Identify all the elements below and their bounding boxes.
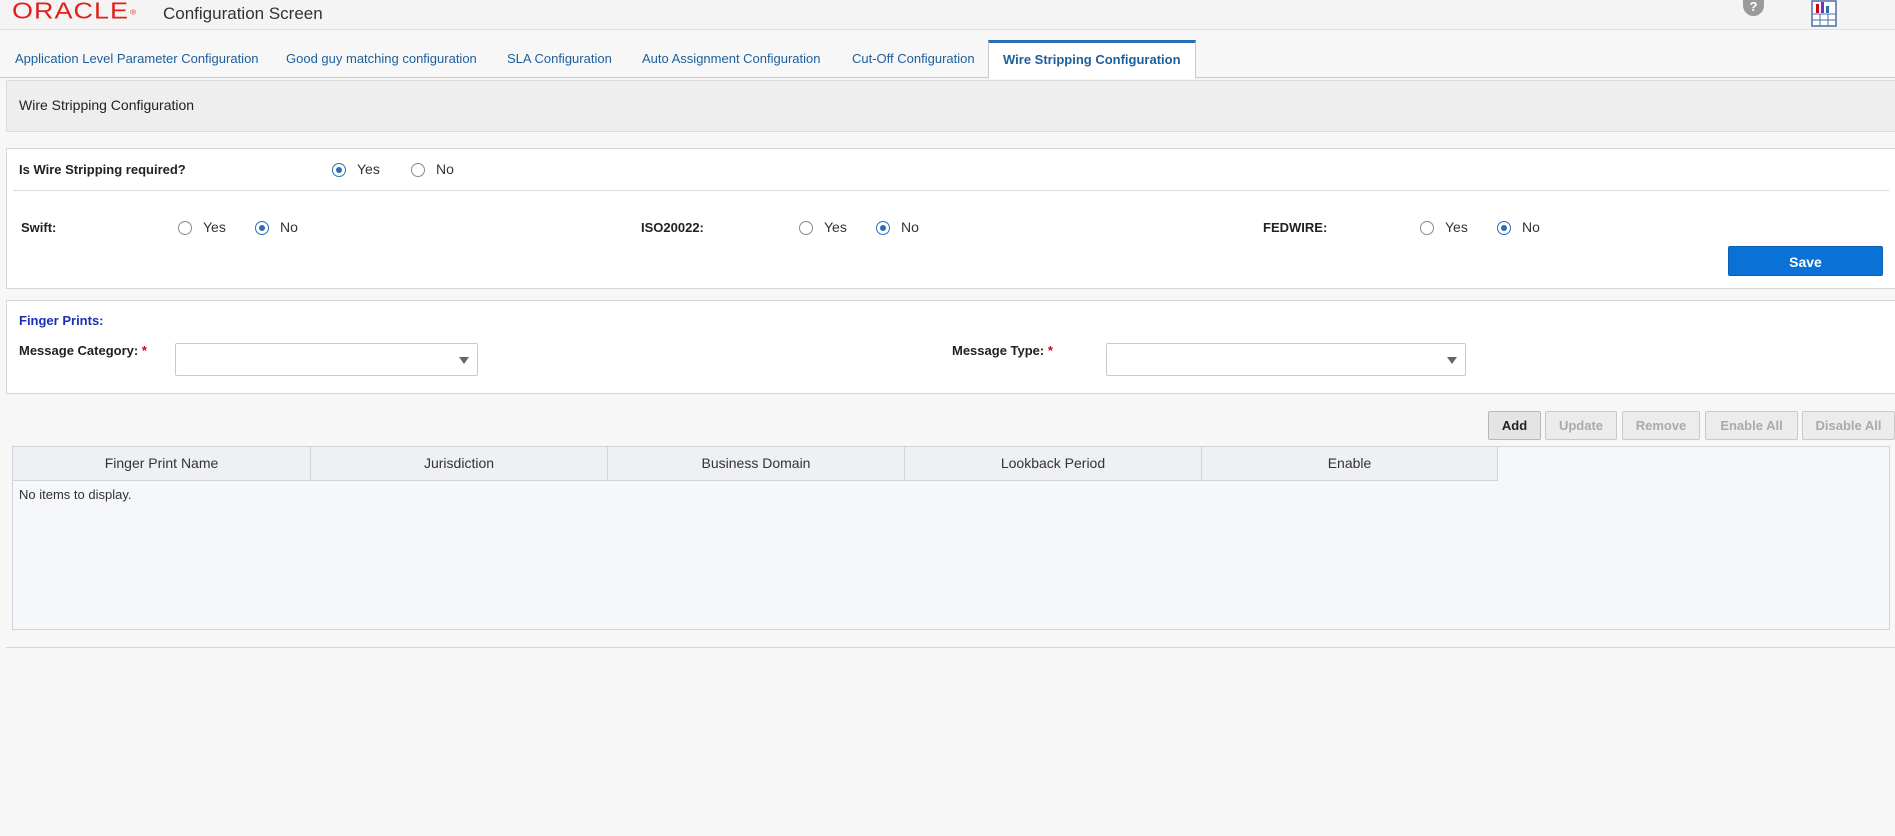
finger-prints-title: Finger Prints:	[19, 313, 104, 328]
remove-button[interactable]: Remove	[1622, 411, 1700, 440]
divider	[13, 190, 1889, 191]
swift-no-radio[interactable]	[255, 221, 269, 235]
wire-stripping-no-label: No	[436, 161, 454, 177]
wire-stripping-yes-label: Yes	[357, 161, 380, 177]
save-button[interactable]: Save	[1728, 246, 1883, 276]
update-button[interactable]: Update	[1545, 411, 1617, 440]
iso20022-label: ISO20022:	[641, 220, 704, 235]
iso20022-no-radio[interactable]	[876, 221, 890, 235]
column-header-lookback-period[interactable]: Lookback Period	[905, 447, 1202, 481]
message-type-select[interactable]	[1106, 343, 1466, 376]
report-icon[interactable]	[1810, 0, 1839, 27]
iso20022-yes-label: Yes	[824, 219, 847, 235]
fedwire-yes-label: Yes	[1445, 219, 1468, 235]
column-header-finger-print-name[interactable]: Finger Print Name	[13, 447, 311, 481]
add-button[interactable]: Add	[1488, 411, 1541, 440]
tab-wire-stripping-configuration[interactable]: Wire Stripping Configuration	[988, 40, 1196, 79]
swift-yes-radio[interactable]	[178, 221, 192, 235]
tab-bar: Application Level Parameter Configuratio…	[0, 40, 1895, 79]
message-category-label-text: Message Category:	[19, 343, 139, 358]
grid-header: Finger Print Name Jurisdiction Business …	[13, 447, 1498, 481]
wire-stripping-no-radio[interactable]	[411, 163, 425, 177]
section-header: Wire Stripping Configuration	[6, 80, 1895, 132]
tab-cut-off-configuration[interactable]: Cut-Off Configuration	[838, 40, 989, 78]
logo-text: ORACLE	[12, 0, 130, 24]
tab-sla-configuration[interactable]: SLA Configuration	[493, 40, 626, 78]
required-mark: *	[141, 343, 147, 358]
column-header-business-domain[interactable]: Business Domain	[608, 447, 905, 481]
message-type-label: Message Type: *	[952, 343, 1053, 358]
message-category-select[interactable]	[175, 343, 478, 376]
column-header-enable[interactable]: Enable	[1202, 447, 1498, 481]
wire-stripping-yes-radio[interactable]	[332, 163, 346, 177]
fedwire-yes-radio[interactable]	[1420, 221, 1434, 235]
enable-all-button[interactable]: Enable All	[1705, 411, 1798, 440]
section-title: Wire Stripping Configuration	[19, 97, 195, 113]
app-header: ORACLE ® Configuration Screen ?	[0, 0, 1895, 30]
chevron-down-icon	[1447, 357, 1457, 364]
iso20022-yes-radio[interactable]	[799, 221, 813, 235]
help-icon[interactable]: ?	[1743, 0, 1764, 16]
required-mark: *	[1047, 343, 1053, 358]
iso20022-no-label: No	[901, 219, 919, 235]
message-type-label-text: Message Type:	[952, 343, 1045, 358]
message-category-label: Message Category: *	[19, 343, 147, 358]
tab-application-level-parameter-configuration[interactable]: Application Level Parameter Configuratio…	[1, 40, 273, 78]
logo-registered-mark: ®	[130, 8, 138, 17]
chevron-down-icon	[459, 357, 469, 364]
fedwire-no-radio[interactable]	[1497, 221, 1511, 235]
fedwire-label: FEDWIRE:	[1263, 220, 1328, 235]
page-title: Configuration Screen	[163, 4, 323, 23]
divider	[6, 647, 1895, 648]
tab-good-guy-matching-configuration[interactable]: Good guy matching configuration	[272, 40, 491, 78]
finger-prints-panel: Finger Prints: Message Category: * Messa…	[6, 300, 1895, 394]
wire-stripping-required-label: Is Wire Stripping required?	[19, 162, 186, 177]
fedwire-no-label: No	[1522, 219, 1540, 235]
grid-empty-message: No items to display.	[19, 487, 132, 502]
swift-no-label: No	[280, 219, 298, 235]
finger-print-grid: Finger Print Name Jurisdiction Business …	[12, 446, 1890, 630]
oracle-logo: ORACLE ®	[12, 0, 136, 24]
swift-yes-label: Yes	[203, 219, 226, 235]
disable-all-button[interactable]: Disable All	[1802, 411, 1895, 440]
tab-auto-assignment-configuration[interactable]: Auto Assignment Configuration	[628, 40, 835, 78]
wire-stripping-panel: Is Wire Stripping required? Yes No Swift…	[6, 148, 1895, 289]
swift-label: Swift:	[21, 220, 57, 235]
column-header-jurisdiction[interactable]: Jurisdiction	[311, 447, 608, 481]
